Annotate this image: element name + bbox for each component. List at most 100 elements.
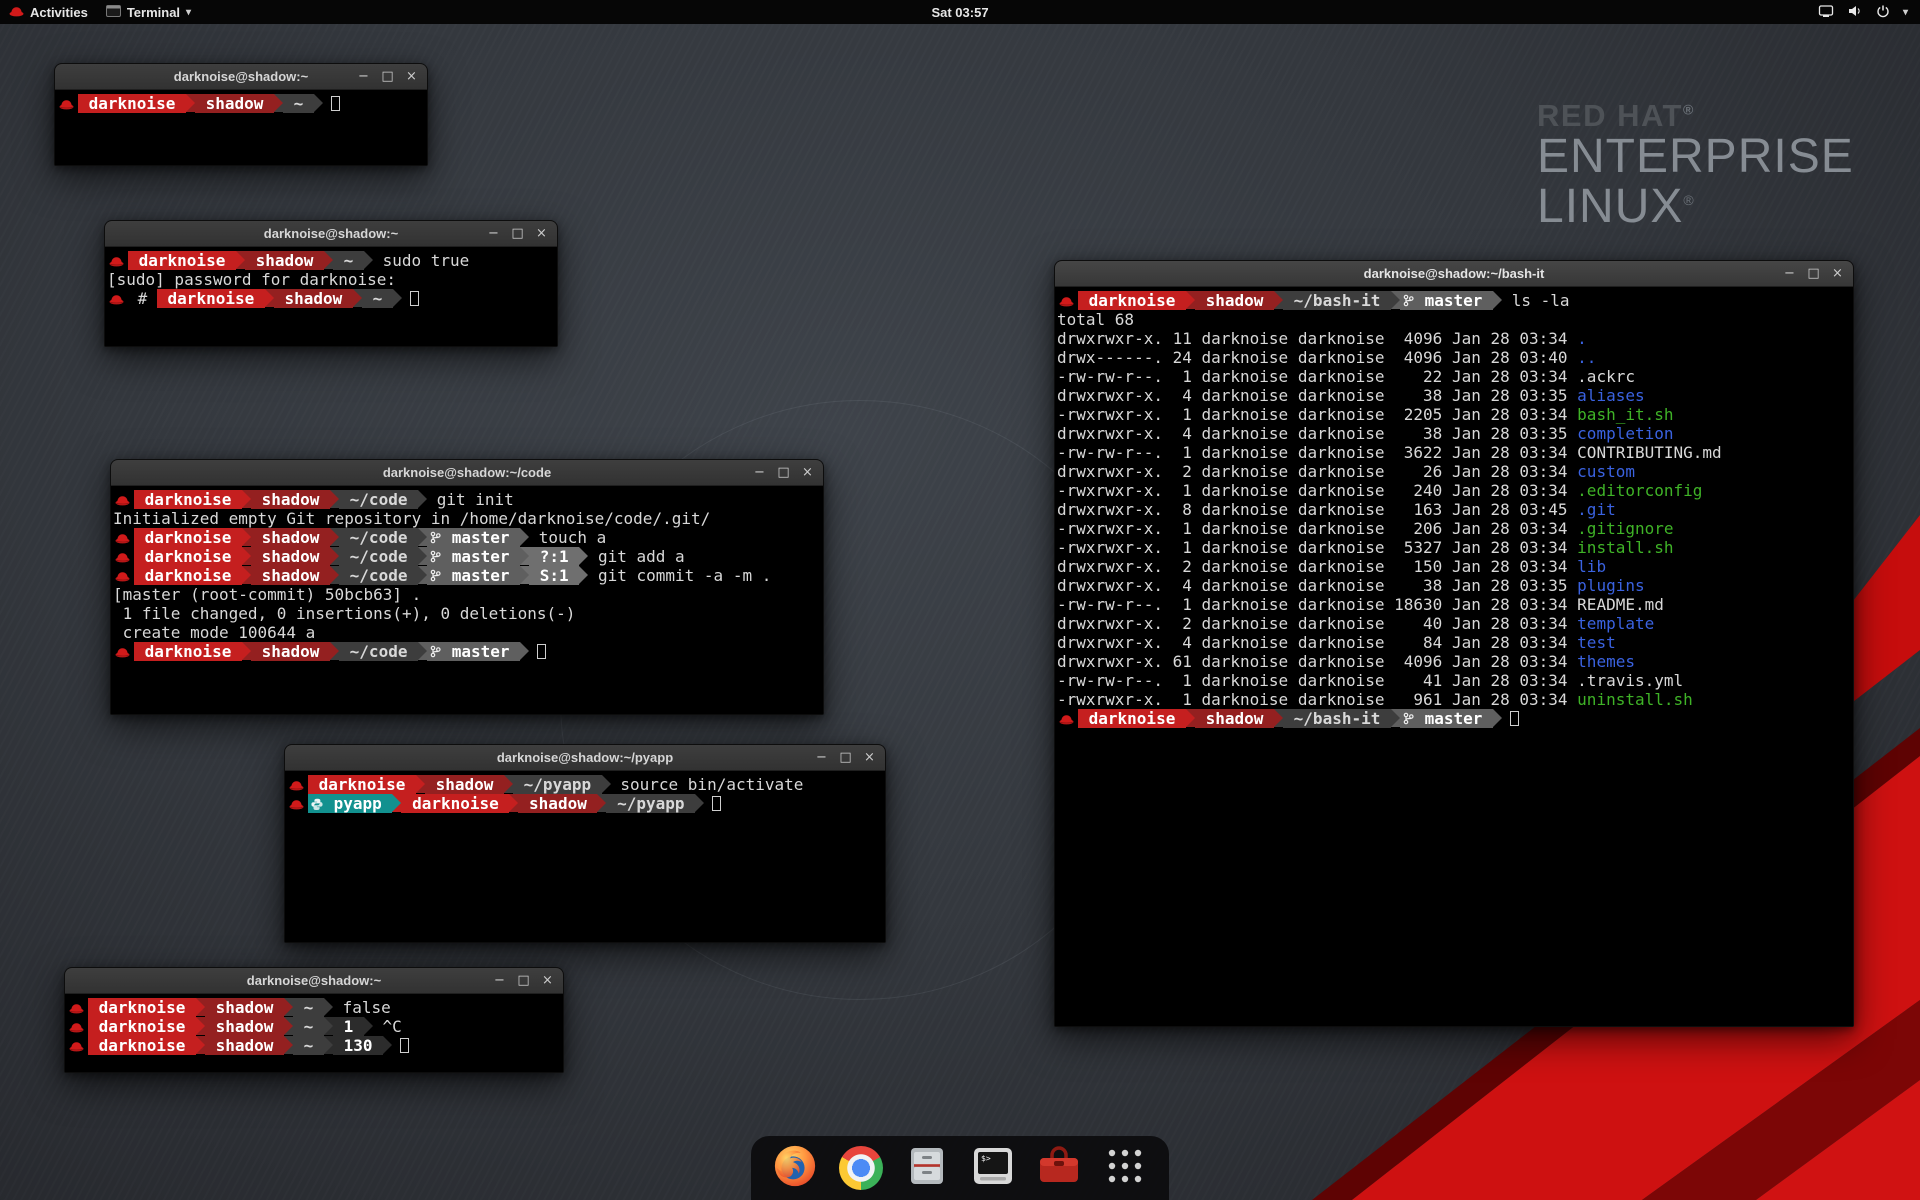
terminal-window-bash-it[interactable]: darknoise@shadow:~/bash-it − □ × darknoi… <box>1054 260 1854 1027</box>
terminal-text: drwxrwxr-x. 11 darknoise darknoise 4096 … <box>1057 329 1577 348</box>
terminal-line: Initialized empty Git repository in /hom… <box>113 509 821 528</box>
terminal-text: -rwxrwxr-x. 1 darknoise darknoise 240 Ja… <box>1057 481 1577 500</box>
dock-item-files[interactable] <box>903 1144 951 1192</box>
activities-button[interactable]: Activities <box>0 0 97 24</box>
app-menu-terminal[interactable]: Terminal ▾ <box>97 0 200 24</box>
terminal-window-exitcodes[interactable]: darknoise@shadow:~ − □ × darknoise shado… <box>64 967 564 1073</box>
terminal-text: -rwxrwxr-x. 1 darknoise darknoise 206 Ja… <box>1057 519 1577 538</box>
terminal-text: .ackrc <box>1577 367 1635 386</box>
powerline-separator-icon <box>284 1036 293 1054</box>
dock-item-terminal[interactable]: $> <box>969 1144 1017 1192</box>
prompt-segment: master <box>427 566 520 585</box>
prompt-segment: master <box>427 528 520 547</box>
minimize-button[interactable]: − <box>356 69 371 85</box>
window-titlebar[interactable]: darknoise@shadow:~ − □ × <box>55 64 427 90</box>
terminal-text: -rw-rw-r--. 1 darknoise darknoise 18630 … <box>1057 595 1577 614</box>
close-button[interactable]: × <box>862 750 877 766</box>
terminal-line: create mode 100644 a <box>113 623 821 642</box>
dock-item-toolbox[interactable] <box>1035 1144 1083 1192</box>
powerline-separator-icon <box>418 566 427 584</box>
window-controls: − □ × <box>492 968 555 993</box>
prompt-segment: ~/bash-it <box>1283 291 1391 310</box>
dock-item-chrome[interactable] <box>837 1144 885 1192</box>
terminal-line: drwxrwxr-x. 2 darknoise darknoise 150 Ja… <box>1057 557 1851 576</box>
terminal-text: .travis.yml <box>1577 671 1683 690</box>
terminal-text: git add a <box>588 547 684 566</box>
minimize-button[interactable]: − <box>1782 266 1797 282</box>
powerline-separator-icon <box>330 528 339 546</box>
powerline-separator-icon <box>520 528 529 546</box>
terminal-line: -rwxrwxr-x. 1 darknoise darknoise 2205 J… <box>1057 405 1851 424</box>
maximize-button[interactable]: □ <box>516 973 531 989</box>
prompt-segment: ~ <box>333 251 364 270</box>
screen-icon <box>1818 4 1834 21</box>
powerline-separator-icon <box>364 251 373 269</box>
maximize-button[interactable]: □ <box>380 69 395 85</box>
terminal-text: -rw-rw-r--. 1 darknoise darknoise 3622 J… <box>1057 443 1577 462</box>
terminal-screen[interactable]: darknoise shadow ~/bash-it master ls -la… <box>1055 288 1853 1026</box>
minimize-button[interactable]: − <box>752 465 767 481</box>
terminal-text: .. <box>1577 348 1596 367</box>
terminal-app-icon <box>106 5 121 20</box>
red-hat-prompt-icon <box>287 775 308 794</box>
terminal-window-home-1[interactable]: darknoise@shadow:~ − □ × darknoise shado… <box>54 63 428 166</box>
close-button[interactable]: × <box>540 973 555 989</box>
dock-item-firefox[interactable] <box>771 1144 819 1192</box>
power-icon <box>1876 4 1890 21</box>
close-button[interactable]: × <box>404 69 419 85</box>
window-titlebar[interactable]: darknoise@shadow:~/bash-it − □ × <box>1055 261 1853 287</box>
maximize-button[interactable]: □ <box>776 465 791 481</box>
maximize-button[interactable]: □ <box>1806 266 1821 282</box>
powerline-separator-icon <box>242 566 251 584</box>
powerline-separator-icon <box>324 251 333 269</box>
terminal-screen[interactable]: darknoise shadow ~ sudo true[sudo] passw… <box>105 248 557 346</box>
prompt-segment: darknoise <box>157 289 265 308</box>
powerline-separator-icon <box>509 794 518 812</box>
window-title: darknoise@shadow:~ <box>174 69 308 84</box>
red-hat-prompt-icon <box>67 998 88 1017</box>
system-status-area[interactable]: ▾ <box>1818 0 1920 24</box>
terminal-window-code[interactable]: darknoise@shadow:~/code − □ × darknoise … <box>110 459 824 715</box>
window-titlebar[interactable]: darknoise@shadow:~ − □ × <box>105 221 557 247</box>
terminal-line: darknoise shadow ~/pyapp source bin/acti… <box>287 775 883 794</box>
prompt-segment: darknoise <box>401 794 509 813</box>
terminal-line: [master (root-commit) 50bcb63] . <box>113 585 821 604</box>
clock-button[interactable]: Sat 03:57 <box>921 0 998 24</box>
prompt-segment: shadow <box>251 490 330 509</box>
branch-icon <box>430 569 441 582</box>
terminal-screen[interactable]: darknoise shadow ~ <box>55 91 427 165</box>
minimize-button[interactable]: − <box>814 750 829 766</box>
prompt-segment: ~ <box>283 94 314 113</box>
red-hat-prompt-icon <box>67 1036 88 1055</box>
prompt-segment: darknoise <box>88 998 196 1017</box>
powerline-separator-icon <box>393 289 402 307</box>
clock-label: Sat 03:57 <box>931 5 988 20</box>
window-titlebar[interactable]: darknoise@shadow:~/pyapp − □ × <box>285 745 885 771</box>
show-apps-icon <box>1105 1146 1145 1191</box>
close-button[interactable]: × <box>534 226 549 242</box>
terminal-text: template <box>1577 614 1654 633</box>
terminal-cursor <box>331 96 340 111</box>
terminal-line: darknoise shadow ~ sudo true <box>107 251 555 270</box>
minimize-button[interactable]: − <box>492 973 507 989</box>
prompt-segment: darknoise <box>134 547 242 566</box>
terminal-text: .editorconfig <box>1577 481 1702 500</box>
minimize-button[interactable]: − <box>486 226 501 242</box>
terminal-window-pyapp[interactable]: darknoise@shadow:~/pyapp − □ × darknoise… <box>284 744 886 943</box>
close-button[interactable]: × <box>1830 266 1845 282</box>
terminal-window-sudo[interactable]: darknoise@shadow:~ − □ × darknoise shado… <box>104 220 558 347</box>
maximize-button[interactable]: □ <box>838 750 853 766</box>
terminal-line: darknoise shadow ~/code master S:1 git c… <box>113 566 821 585</box>
window-titlebar[interactable]: darknoise@shadow:~/code − □ × <box>111 460 823 486</box>
terminal-line: total 68 <box>1057 310 1851 329</box>
terminal-screen[interactable]: darknoise shadow ~/code git initInitiali… <box>111 487 823 714</box>
terminal-screen[interactable]: darknoise shadow ~ false darknoise shado… <box>65 995 563 1072</box>
powerline-separator-icon <box>1493 291 1502 309</box>
dock-item-show-apps[interactable] <box>1101 1144 1149 1192</box>
redhat-brand-logo: RED HAT® ENTERPRISE LINUX® <box>1537 100 1854 232</box>
window-titlebar[interactable]: darknoise@shadow:~ − □ × <box>65 968 563 994</box>
terminal-screen[interactable]: darknoise shadow ~/pyapp source bin/acti… <box>285 772 885 942</box>
maximize-button[interactable]: □ <box>510 226 525 242</box>
terminal-text: -rw-rw-r--. 1 darknoise darknoise 22 Jan… <box>1057 367 1577 386</box>
close-button[interactable]: × <box>800 465 815 481</box>
